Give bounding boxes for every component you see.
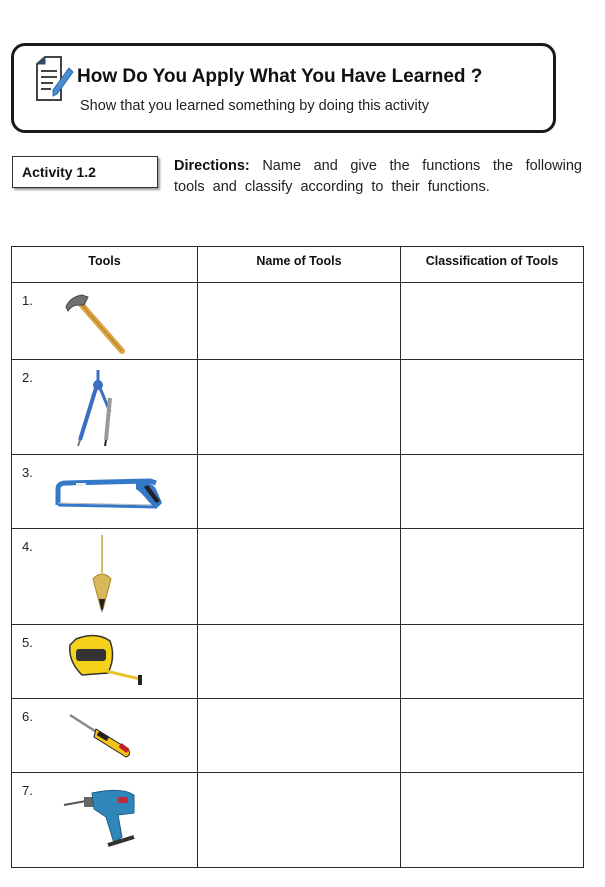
hacksaw-icon: [55, 478, 162, 509]
row-number: 4.: [22, 539, 33, 554]
tool-cell: 1.: [11, 282, 198, 360]
tool-cell: 5.: [11, 624, 198, 699]
table-row: 5.: [11, 624, 584, 699]
name-cell[interactable]: [197, 359, 401, 455]
row-number: 7.: [22, 783, 33, 798]
classification-cell[interactable]: [400, 624, 584, 699]
tool-cell: 6.: [11, 698, 198, 773]
row-number: 2.: [22, 370, 33, 385]
table-row: 3.: [11, 454, 584, 529]
column-header-name: Name of Tools: [197, 246, 401, 283]
classification-cell[interactable]: [400, 359, 584, 455]
name-cell[interactable]: [197, 698, 401, 773]
plumb-bob-icon: [92, 535, 112, 613]
page-subtitle: Show that you learned something by doing…: [80, 98, 430, 114]
row-number: 1.: [22, 293, 33, 308]
table-header-row: Tools Name of Tools Classification of To…: [11, 246, 584, 283]
page-title: How Do You Apply What You Have Learned ?: [77, 66, 483, 87]
table-row: 7.: [11, 772, 584, 868]
directions-label: Directions:: [174, 158, 250, 174]
row-number: 5.: [22, 635, 33, 650]
classification-cell[interactable]: [400, 698, 584, 773]
classification-cell[interactable]: [400, 282, 584, 360]
row-number: 3.: [22, 465, 33, 480]
tool-cell: 7.: [11, 772, 198, 868]
tool-cell: 2.: [11, 359, 198, 455]
table-row: 2.: [11, 359, 584, 455]
activity-label-box: Activity 1.2: [12, 156, 158, 188]
claw-hammer-icon: [65, 294, 125, 354]
activity-label: Activity 1.2: [22, 164, 96, 180]
name-cell[interactable]: [197, 454, 401, 529]
tool-cell: 3.: [11, 454, 198, 529]
name-cell[interactable]: [197, 282, 401, 360]
name-cell[interactable]: [197, 528, 401, 625]
tape-measure-icon: [69, 634, 142, 685]
directions-text: Directions: Name and give the functions …: [174, 156, 582, 198]
drawing-compass-icon: [77, 370, 112, 447]
tool-cell: 4.: [11, 528, 198, 625]
screwdriver-icon: [69, 713, 131, 758]
table-row: 4.: [11, 528, 584, 625]
tools-table: Tools Name of Tools Classification of To…: [11, 246, 584, 868]
column-header-tools: Tools: [11, 246, 198, 283]
table-row: 6.: [11, 698, 584, 773]
column-header-classification: Classification of Tools: [400, 246, 584, 283]
activity-header-box: How Do You Apply What You Have Learned ?…: [11, 43, 556, 133]
name-cell[interactable]: [197, 624, 401, 699]
table-row: 1.: [11, 282, 584, 360]
row-number: 6.: [22, 709, 33, 724]
classification-cell[interactable]: [400, 528, 584, 625]
electric-drill-icon: [63, 789, 135, 847]
name-cell[interactable]: [197, 772, 401, 868]
classification-cell[interactable]: [400, 454, 584, 529]
classification-cell[interactable]: [400, 772, 584, 868]
document-pencil-icon: [36, 56, 74, 101]
